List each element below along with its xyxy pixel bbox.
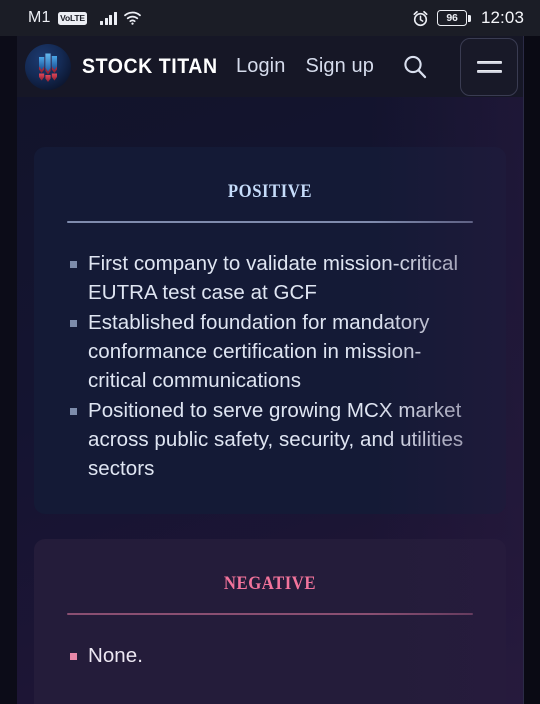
navbar-actions: Login Sign up [236,37,518,96]
carrier-label: M1 [28,9,51,26]
signup-link[interactable]: Sign up [305,55,374,78]
positive-card-divider [67,221,473,223]
page-content: Positive First company to validate missi… [17,97,523,704]
negative-bullet-list: None. [62,641,478,670]
positive-card-title: Positive [227,173,313,203]
site-navbar: STOCK TITAN Login Sign up [17,36,523,97]
positive-card: Positive First company to validate missi… [34,147,506,514]
status-bar-right-group: 96 12:03 [412,8,524,28]
stock-titan-logo-icon [25,43,71,90]
signal-bars-icon [100,11,117,25]
scrollbar-track [523,36,524,704]
battery-indicator: 96 [436,10,471,26]
battery-tip [468,14,471,22]
page-background: STOCK TITAN Login Sign up Positive [17,36,523,704]
status-bar-left-group: M1 VoLTE [28,9,141,27]
list-item: None. [62,641,478,670]
hamburger-menu-icon[interactable] [460,37,518,96]
negative-card: Negative None. [34,539,506,704]
volte-badge: VoLTE [57,11,88,25]
search-icon[interactable] [398,50,432,84]
battery-percent-label: 96 [436,10,467,26]
login-link[interactable]: Login [236,55,285,78]
negative-card-title: Negative [223,565,317,595]
list-item: First company to validate mission-critic… [62,249,478,307]
negative-card-divider [67,613,473,615]
wifi-icon [123,11,141,25]
positive-bullet-list: First company to validate mission-critic… [62,249,478,483]
list-item: Established foundation for mandatory con… [62,308,478,395]
brand-home-link[interactable]: STOCK TITAN [25,43,228,90]
list-item: Positioned to serve growing MCX market a… [62,396,478,483]
alarm-clock-icon [412,10,429,27]
brand-name-label: STOCK TITAN [82,54,218,78]
phone-status-bar: M1 VoLTE 96 12:03 [0,0,540,36]
clock-label: 12:03 [480,8,524,27]
browser-viewport: STOCK TITAN Login Sign up Positive [0,36,540,704]
page-scrollbar[interactable] [523,36,540,704]
